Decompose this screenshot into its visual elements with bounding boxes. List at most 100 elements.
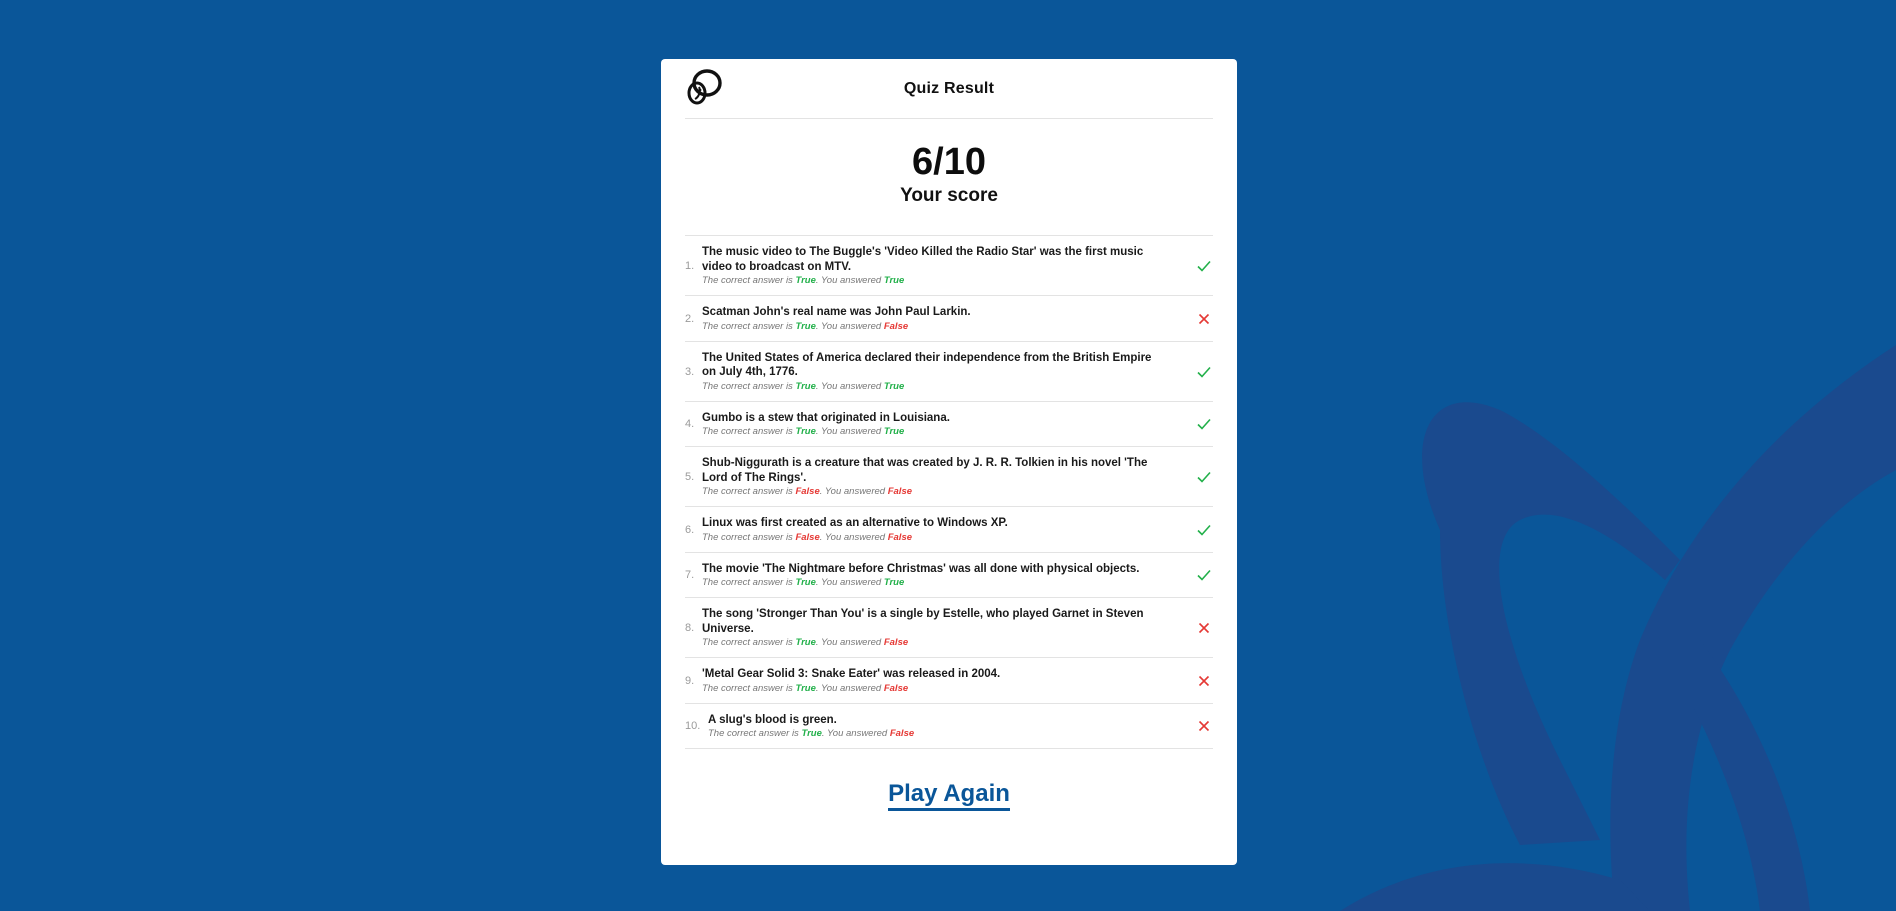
you-answered-label: You answered: [824, 486, 886, 497]
you-answered-label: You answered: [820, 577, 882, 588]
question-number: 8.: [685, 622, 695, 634]
answer-line: The correct answer is False. You answere…: [702, 486, 913, 497]
question-number: 5.: [685, 471, 695, 483]
question-body: Shub-Niggurath is a creature that was cr…: [702, 456, 1195, 498]
answer-prefix: The correct answer is: [702, 320, 793, 332]
given-answer: True: [883, 577, 905, 588]
correct-answer: True: [795, 426, 816, 437]
answer-prefix: The correct answer is: [702, 637, 793, 648]
correct-answer: True: [795, 577, 816, 588]
question-number: 9.: [685, 674, 695, 687]
given-answer: True: [883, 275, 905, 286]
question-body: Gumbo is a stew that originated in Louis…: [702, 411, 1195, 439]
play-again-wrap: Play Again: [685, 780, 1213, 811]
cross-icon: [1195, 619, 1213, 637]
question-text: Scatman John's real name was John Paul L…: [702, 306, 971, 318]
correct-answer: False: [795, 486, 820, 497]
question-text: 'Metal Gear Solid 3: Snake Eater' was re…: [702, 668, 1001, 680]
answer-prefix: The correct answer is: [702, 275, 793, 286]
question-text: Linux was first created as an alternativ…: [702, 517, 1008, 529]
question-number: 1.: [685, 260, 695, 272]
question-text: Shub-Niggurath is a creature that was cr…: [702, 457, 1148, 484]
question-body: The movie 'The Nightmare before Christma…: [702, 562, 1195, 590]
question-row: 9. 'Metal Gear Solid 3: Snake Eater' was …: [685, 658, 1213, 704]
page-title: Quiz Result: [903, 79, 995, 97]
given-answer: False: [883, 682, 909, 694]
score-label: Your score: [900, 185, 998, 206]
question-body: 'Metal Gear Solid 3: Snake Eater' was re…: [702, 667, 1195, 695]
correct-answer: True: [795, 380, 816, 392]
correct-answer: True: [795, 275, 816, 286]
given-answer: False: [889, 728, 915, 739]
question-body: Linux was first created as an alternativ…: [702, 516, 1195, 544]
given-answer: False: [887, 486, 913, 497]
answer-prefix: The correct answer is: [702, 682, 793, 694]
answer-line: The correct answer is True. You answered…: [708, 728, 915, 739]
cross-icon: [1195, 310, 1213, 328]
question-row: 6. Linux was first created as an alternat…: [685, 507, 1213, 553]
check-icon: [1195, 363, 1213, 381]
answer-prefix: The correct answer is: [702, 531, 793, 543]
question-text: The United States of America declared th…: [702, 351, 1152, 379]
question-number: 3.: [685, 365, 695, 378]
question-number: 4.: [685, 418, 695, 431]
question-row: 3. The United States of America declared …: [685, 342, 1213, 402]
answer-line: The correct answer is False. You answere…: [702, 531, 913, 543]
answer-line: The correct answer is True. You answered…: [702, 682, 909, 694]
you-answered-label: You answered: [820, 275, 882, 286]
you-answered-label: You answered: [820, 637, 882, 648]
question-text: The movie 'The Nightmare before Christma…: [702, 562, 1140, 575]
correct-answer: True: [801, 728, 822, 739]
question-row: 1. The music video to The Buggle's 'Video…: [685, 236, 1213, 296]
answer-prefix: The correct answer is: [702, 486, 793, 497]
given-answer: False: [883, 637, 909, 648]
cross-icon: [1195, 672, 1213, 690]
question-list: 1. The music video to The Buggle's 'Video…: [685, 236, 1213, 749]
question-text: The music video to The Buggle's 'Video K…: [702, 246, 1144, 273]
correct-answer: True: [795, 682, 816, 694]
question-text: A slug's blood is green.: [708, 713, 837, 726]
given-answer: False: [887, 531, 913, 543]
answer-prefix: The correct answer is: [702, 380, 793, 392]
correct-answer: True: [795, 320, 816, 332]
question-row: 4. Gumbo is a stew that originated in Lou…: [685, 402, 1213, 447]
given-answer: False: [883, 320, 909, 332]
question-number: 2.: [685, 312, 695, 325]
answer-line: The correct answer is True. You answered…: [702, 320, 909, 332]
answer-line: The correct answer is True. You answered…: [702, 637, 909, 648]
question-body: Scatman John's real name was John Paul L…: [702, 305, 1195, 333]
question-row: 8. The song 'Stronger Than You' is a sing…: [685, 598, 1213, 658]
check-icon: [1195, 521, 1213, 539]
correct-answer: False: [795, 531, 820, 543]
question-body: A slug's blood is green. The correct answ…: [708, 713, 1195, 741]
question-row: 5. Shub-Niggurath is a creature that was …: [685, 447, 1213, 507]
question-body: The United States of America declared th…: [702, 351, 1195, 393]
question-number: 6.: [685, 523, 695, 536]
cross-icon: [1195, 717, 1213, 735]
you-answered-label: You answered: [824, 531, 886, 543]
check-icon: [1195, 566, 1213, 584]
answer-prefix: The correct answer is: [702, 577, 793, 588]
logo-icon: [687, 69, 722, 105]
check-icon: [1195, 468, 1213, 486]
score-block: 6/10 Your score: [685, 119, 1213, 236]
question-text: Gumbo is a stew that originated in Louis…: [702, 411, 950, 424]
question-row: 2. Scatman John's real name was John Paul…: [685, 296, 1213, 342]
answer-line: The correct answer is True. You answered…: [702, 426, 905, 437]
given-answer: True: [883, 380, 905, 392]
play-again-button[interactable]: Play Again: [888, 780, 1010, 811]
you-answered-label: You answered: [820, 426, 882, 437]
you-answered-label: You answered: [820, 320, 882, 332]
score-value: 6/10: [912, 141, 986, 183]
answer-prefix: The correct answer is: [702, 426, 793, 437]
question-body: The song 'Stronger Than You' is a single…: [702, 607, 1195, 649]
question-number: 10.: [685, 720, 701, 733]
you-answered-label: You answered: [826, 728, 888, 739]
check-icon: [1195, 415, 1213, 433]
you-answered-label: You answered: [820, 682, 882, 694]
question-row: 10. A slug's blood is green. The correct a…: [685, 704, 1213, 749]
question-body: The music video to The Buggle's 'Video K…: [702, 245, 1195, 287]
check-icon: [1195, 257, 1213, 275]
given-answer: True: [883, 426, 905, 437]
correct-answer: True: [795, 637, 816, 648]
